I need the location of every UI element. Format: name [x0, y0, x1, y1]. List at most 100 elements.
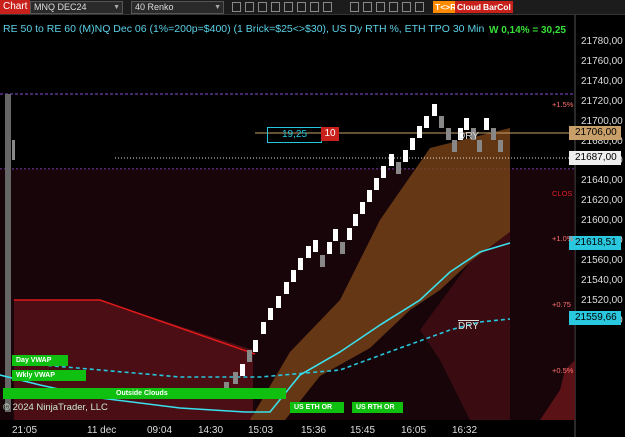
renko-brick [353, 214, 358, 226]
strategies-icon[interactable] [284, 2, 293, 12]
renko-brick [374, 178, 379, 190]
chevron-down-icon: ▼ [113, 4, 120, 11]
chart-menu-button[interactable]: Chart [0, 0, 31, 14]
renko-brick [360, 202, 365, 214]
dry-label: DRY [458, 320, 479, 332]
link-icon[interactable] [415, 2, 424, 12]
weekly-vwap-button[interactable]: Wkly VWAP [12, 370, 86, 381]
price-tick-label: 21560,00 [581, 254, 623, 266]
price-tick-label: 21740,00 [581, 75, 623, 87]
renko-brick [261, 322, 266, 334]
pct-level-label: +0.5% [552, 366, 574, 375]
chart-subtitle: RE 50 to RE 60 (M)NQ Dec 06 (1%=200p=$40… [3, 23, 485, 35]
left-history-bars [5, 94, 11, 412]
properties-icon[interactable] [350, 2, 359, 12]
renko-brick [306, 246, 311, 258]
renko-brick [298, 258, 303, 270]
renko-brick [464, 118, 469, 130]
current-price-tag: 21706,00 [569, 126, 621, 140]
renko-brick [417, 126, 422, 138]
price-tick-label: 21700,00 [581, 115, 623, 127]
renko-brick [276, 296, 281, 308]
fast-ma-price-tag: 21618,51 [569, 236, 621, 250]
time-tick-label: 15:36 [301, 425, 327, 436]
renko-brick [381, 166, 386, 178]
weekly-stat: W 0,14% = 30,25 [489, 25, 566, 36]
renko-brick [367, 190, 372, 202]
draw-tool-icon[interactable] [310, 2, 319, 12]
time-tick-label: 11 dec [87, 425, 117, 436]
price-tick-label: 21540,00 [581, 274, 623, 286]
price-tick-label: 21640,00 [581, 175, 623, 187]
price-tick-label: 21520,00 [581, 294, 623, 306]
cloud-toggle-button[interactable]: Cloud [455, 1, 484, 13]
indicators-icon[interactable] [271, 2, 280, 12]
renko-brick [253, 340, 258, 352]
price-tick-label: 21720,00 [581, 95, 623, 107]
close-level-label: CLOS [552, 189, 573, 198]
slow-ma-price-tag: 21559,66 [569, 311, 621, 325]
outside-clouds-button[interactable]: Outside Clouds [3, 388, 286, 399]
renko-brick [389, 154, 394, 166]
line-price-tag: 21687,00 [569, 151, 621, 165]
candles-icon[interactable] [245, 2, 254, 12]
renko-brick [240, 364, 245, 376]
renko-brick [498, 140, 503, 152]
renko-brick [340, 242, 345, 254]
chevron-down-icon: ▼ [214, 4, 221, 11]
renko-brick [446, 128, 451, 140]
price-tick-label: 21600,00 [581, 215, 623, 227]
price-tick-label: 21620,00 [581, 195, 623, 207]
time-tick-label: 14:30 [198, 425, 224, 436]
renko-brick [268, 308, 273, 320]
renko-brick [284, 282, 289, 294]
renko-brick [439, 116, 444, 128]
templates-icon[interactable] [323, 2, 332, 12]
renko-brick [247, 350, 252, 362]
instrument-label: MNQ DEC24 [34, 2, 87, 12]
time-tick-label: 21:05 [12, 425, 38, 436]
price-chart-canvas[interactable] [0, 15, 625, 437]
renko-brick [424, 116, 429, 128]
brick-value-box: 19,25 [267, 127, 322, 143]
time-tick-label: 09:04 [147, 425, 173, 436]
bar-type-selector[interactable]: 40 Renko ▼ [131, 1, 224, 14]
dry-label: DRY [458, 131, 479, 142]
copyright-watermark: © 2024 NinjaTrader, LLC [3, 402, 108, 413]
renko-brick [233, 372, 238, 384]
time-tick-label: 16:05 [401, 425, 427, 436]
renko-brick [396, 162, 401, 174]
renko-brick [410, 138, 415, 150]
renko-brick [452, 140, 457, 152]
us-eth-or-button[interactable]: US ETH OR [290, 402, 344, 413]
pct-level-label: +0.75 [552, 300, 571, 309]
crosshair-icon[interactable] [297, 2, 306, 12]
instrument-selector[interactable]: MNQ DEC24 ▼ [30, 1, 123, 14]
chart-toolbar: Chart MNQ DEC24 ▼ 40 Renko ▼ T<>R Cloud … [0, 0, 625, 15]
data-box-icon[interactable] [363, 2, 372, 12]
renko-brick [491, 128, 496, 140]
zoom-icon[interactable] [258, 2, 267, 12]
renko-brick [484, 118, 489, 130]
brick-count-box: 10 [321, 127, 339, 141]
chart-trader-icon[interactable] [376, 2, 385, 12]
renko-brick [347, 228, 352, 240]
bars-icon[interactable] [232, 2, 241, 12]
bar-type-label: 40 Renko [135, 2, 174, 12]
price-tick-label: 21780,00 [581, 36, 623, 47]
renko-brick [333, 229, 338, 241]
renko-brick [313, 240, 318, 252]
pct-level-label: +1.0% [552, 234, 574, 243]
share-icon[interactable] [402, 2, 411, 12]
day-vwap-button[interactable]: Day VWAP [12, 355, 68, 366]
renko-brick [403, 150, 408, 162]
time-tick-label: 16:32 [452, 425, 478, 436]
bar-color-toggle-button[interactable]: BarCol [481, 1, 513, 13]
renko-brick [320, 255, 325, 267]
price-tick-label: 21760,00 [581, 55, 623, 67]
left-history-bar [12, 140, 15, 160]
us-rth-or-button[interactable]: US RTH OR [352, 402, 403, 413]
snapshot-icon[interactable] [389, 2, 398, 12]
pct-level-label: +1.5% [552, 100, 574, 109]
renko-brick [327, 242, 332, 254]
